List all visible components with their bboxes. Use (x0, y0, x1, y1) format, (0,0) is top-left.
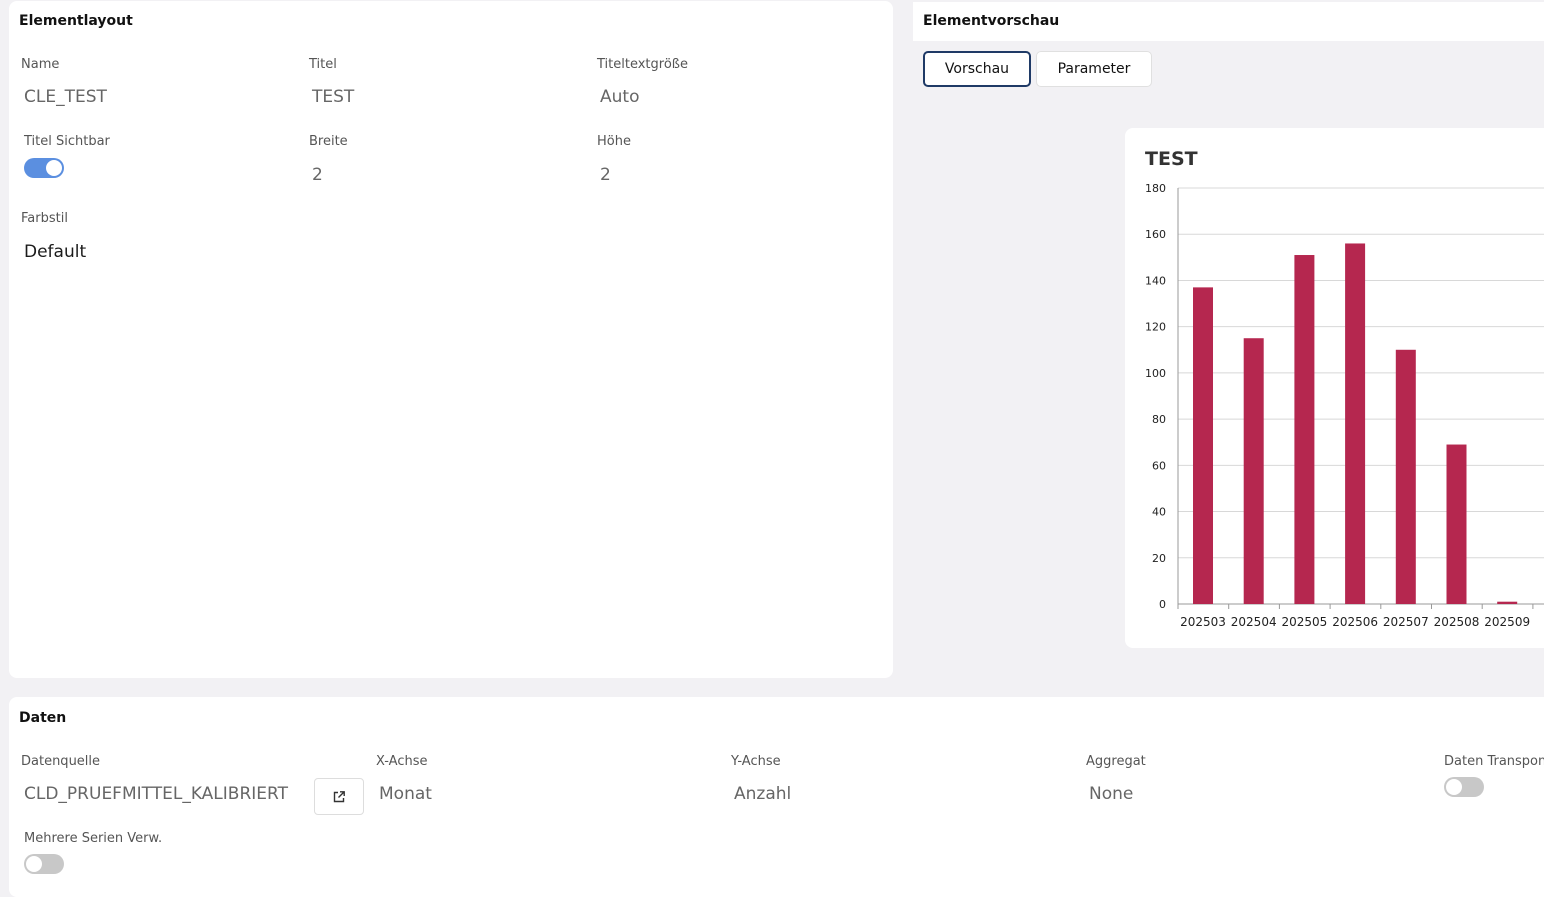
open-datasource-button[interactable] (314, 778, 364, 815)
y-tick-label: 160 (1145, 228, 1166, 241)
name-label: Name (21, 57, 60, 72)
chart-bar (1395, 349, 1416, 604)
aggregat-label: Aggregat (1086, 754, 1146, 769)
titeltextgroesse-value[interactable]: Auto (600, 87, 639, 107)
aggregat-value[interactable]: None (1089, 784, 1133, 804)
breite-value[interactable]: 2 (312, 165, 323, 185)
daten-transpose-toggle[interactable] (1444, 777, 1484, 797)
titel-label: Titel (309, 57, 337, 72)
x-achse-value[interactable]: Monat (379, 784, 432, 804)
titel-sichtbar-toggle[interactable] (24, 158, 64, 178)
chart-bar (1446, 444, 1467, 604)
mehrere-serien-toggle[interactable] (24, 854, 64, 874)
chart-bar (1497, 601, 1518, 604)
external-link-icon (333, 790, 345, 802)
chart-bar (1193, 287, 1213, 604)
bar-chart: TEST 0 20 40 60 80 100 120 140 160 180 202503 20250… (1145, 148, 1544, 629)
data-card: Daten Datenquelle CLD_PRUEFMITTEL_KALIBR… (9, 697, 1544, 897)
x-achse-label: X-Achse (376, 754, 428, 769)
y-tick-label: 80 (1152, 413, 1166, 426)
x-tick-label: 202506 (1332, 615, 1378, 629)
y-tick-label: 100 (1145, 367, 1166, 380)
toggle-knob (46, 160, 62, 176)
y-tick-label: 120 (1145, 321, 1166, 334)
datenquelle-label: Datenquelle (21, 754, 101, 769)
tab-parameter[interactable]: Parameter (1036, 51, 1152, 87)
x-tick-label: 202503 (1180, 615, 1226, 629)
x-tick-label: 202504 (1231, 615, 1277, 629)
y-tick-label: 60 (1152, 459, 1166, 472)
x-tick-label: 202508 (1434, 615, 1480, 629)
x-tick-label: 202507 (1383, 615, 1429, 629)
titel-sichtbar-label: Titel Sichtbar (24, 134, 110, 149)
x-tick-label: 202509 (1484, 615, 1530, 629)
y-tick-label: 40 (1152, 506, 1166, 519)
chart-bar (1243, 338, 1264, 604)
mehrere-serien-label: Mehrere Serien Verw. (24, 831, 163, 846)
datenquelle-value[interactable]: CLD_PRUEFMITTEL_KALIBRIERT (24, 784, 288, 804)
titel-value[interactable]: TEST (312, 87, 354, 107)
y-achse-value[interactable]: Anzahl (734, 784, 791, 804)
chart-bar (1345, 243, 1366, 604)
hoehe-label: Höhe (597, 134, 631, 149)
element-layout-title: Elementlayout (19, 13, 133, 29)
tab-vorschau[interactable]: Vorschau (923, 51, 1031, 87)
x-tick-label: 202505 (1281, 615, 1327, 629)
y-tick-label: 140 (1145, 274, 1166, 287)
element-layout-card: Elementlayout Name CLE_TEST Titel TEST T… (9, 1, 893, 678)
toggle-knob (1446, 779, 1462, 795)
name-value[interactable]: CLE_TEST (24, 87, 107, 107)
y-achse-label: Y-Achse (731, 754, 781, 769)
farbstil-select[interactable]: Default (24, 242, 86, 262)
chart-bar (1294, 255, 1315, 604)
y-tick-label: 180 (1145, 182, 1166, 195)
titeltextgroesse-label: Titeltextgröße (597, 57, 688, 72)
farbstil-label: Farbstil (21, 211, 68, 226)
y-tick-label: 0 (1159, 598, 1166, 611)
y-tick-label: 20 (1152, 552, 1166, 565)
element-preview-title: Elementvorschau (923, 13, 1060, 29)
breite-label: Breite (309, 134, 348, 149)
element-preview-header: Elementvorschau (913, 2, 1544, 41)
data-card-title: Daten (19, 710, 67, 726)
daten-transpose-label: Daten Transpon (1444, 754, 1544, 769)
hoehe-value[interactable]: 2 (600, 165, 611, 185)
chart-title: TEST (1145, 148, 1198, 170)
